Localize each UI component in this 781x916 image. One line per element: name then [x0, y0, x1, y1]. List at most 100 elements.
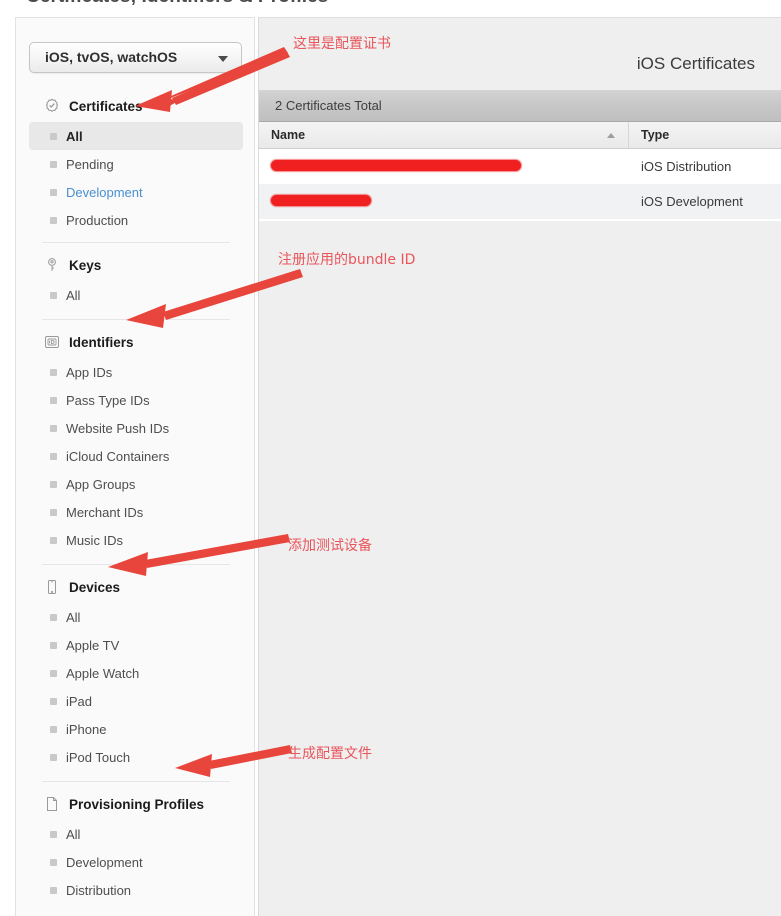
sidebar-header-devices[interactable]: Devices [16, 571, 254, 603]
sidebar-item-apple-tv[interactable]: Apple TV [16, 631, 254, 659]
sidebar-item-label: Development [66, 184, 143, 200]
sidebar-item-certificates-all[interactable]: All [29, 122, 243, 150]
sidebar-item-icloud-containers[interactable]: iCloud Containers [16, 442, 254, 470]
sidebar-item-label: All [66, 609, 81, 625]
sidebar-item-profiles-distribution[interactable]: Distribution [16, 876, 254, 904]
sidebar-item-label: iCloud Containers [66, 448, 170, 464]
redaction-mark [271, 195, 371, 206]
sidebar-item-label: iPad [66, 693, 93, 709]
nav-group-provisioning-profiles: Provisioning Profiles All Development Di… [16, 788, 254, 904]
sidebar-item-label: Production [66, 212, 129, 228]
sidebar-item-profiles-development[interactable]: Development [16, 848, 254, 876]
sidebar-item-label: Pending [66, 156, 114, 172]
bullet-icon [50, 859, 57, 866]
sidebar-header-provisioning-profiles[interactable]: Provisioning Profiles [16, 788, 254, 820]
nav-divider [42, 564, 230, 565]
sidebar-item-label: Apple Watch [66, 665, 140, 681]
page-title: Certificates, Identifiers & Profiles [26, 0, 328, 8]
sidebar-nav: Certificates All Pending Development Pro… [16, 90, 254, 904]
column-header-name[interactable]: Name [259, 122, 629, 148]
sidebar-item-devices-all[interactable]: All [16, 603, 254, 631]
nav-group-keys: Keys All [16, 249, 254, 309]
platform-select[interactable]: iOS, tvOS, watchOS [29, 42, 242, 73]
column-header-type[interactable]: Type [629, 122, 781, 148]
sidebar-header-label: Certificates [69, 98, 143, 114]
sidebar-item-pass-type-ids[interactable]: Pass Type IDs [16, 386, 254, 414]
main-title: iOS Certificates [636, 54, 755, 73]
cell-type: iOS Distribution [641, 159, 732, 174]
sidebar-item-label: All [66, 128, 83, 144]
sidebar-item-merchant-ids[interactable]: Merchant IDs [16, 498, 254, 526]
sidebar-header-keys[interactable]: Keys [16, 249, 254, 281]
sidebar-item-profiles-all[interactable]: All [16, 820, 254, 848]
bullet-icon [50, 537, 57, 544]
sidebar-item-label: All [66, 826, 81, 842]
sidebar-item-label: Development [66, 854, 143, 870]
sidebar-item-label: iPod Touch [66, 749, 131, 765]
sidebar-item-ipod-touch[interactable]: iPod Touch [16, 743, 254, 771]
sidebar-item-label: Website Push IDs [66, 420, 170, 436]
sidebar-item-website-push-ids[interactable]: Website Push IDs [16, 414, 254, 442]
key-icon [44, 257, 60, 273]
nav-divider [42, 319, 230, 320]
bullet-icon [50, 509, 57, 516]
main-header: iOS Certificates [259, 18, 781, 91]
sidebar-item-apple-watch[interactable]: Apple Watch [16, 659, 254, 687]
bullet-icon [50, 754, 57, 761]
bullet-icon [50, 453, 57, 460]
nav-group-identifiers: Identifiers App IDs Pass Type IDs Websit… [16, 326, 254, 554]
sidebar-item-iphone[interactable]: iPhone [16, 715, 254, 743]
bullet-icon [50, 133, 57, 140]
device-phone-icon [44, 579, 60, 595]
nav-divider [42, 781, 230, 782]
sidebar-item-certificates-development[interactable]: Development [16, 178, 254, 206]
bullet-icon [50, 831, 57, 838]
sidebar-item-label: App Groups [66, 476, 136, 492]
sidebar-header-label: Provisioning Profiles [69, 796, 205, 812]
bullet-icon [50, 292, 57, 299]
sidebar-item-certificates-production[interactable]: Production [16, 206, 254, 234]
table-empty-fill [259, 219, 781, 221]
nav-divider [42, 242, 230, 243]
sidebar-item-label: Pass Type IDs [66, 392, 150, 408]
sidebar-item-label: Apple TV [66, 637, 120, 653]
table-row[interactable]: iOS Distribution [259, 149, 781, 184]
bullet-icon [50, 726, 57, 733]
certificate-seal-icon [44, 98, 60, 114]
bullet-icon [50, 189, 57, 196]
cell-type: iOS Development [641, 194, 743, 209]
id-badge-icon [44, 334, 60, 350]
cell-name [259, 149, 629, 184]
redaction-mark [271, 160, 521, 171]
column-header-label: Type [641, 128, 670, 142]
main-content: iOS Certificates 2 Certificates Total Na… [258, 17, 781, 916]
bullet-icon [50, 614, 57, 621]
certificates-count-label: 2 Certificates Total [275, 98, 382, 113]
bullet-icon [50, 481, 57, 488]
document-page-icon [44, 796, 60, 812]
sidebar-header-certificates[interactable]: Certificates [16, 90, 254, 122]
table-row[interactable]: iOS Development [259, 184, 781, 219]
sidebar-item-certificates-pending[interactable]: Pending [16, 150, 254, 178]
bullet-icon [50, 642, 57, 649]
sidebar-item-app-groups[interactable]: App Groups [16, 470, 254, 498]
table-header-row: Name Type [259, 122, 781, 149]
sidebar-item-label: Music IDs [66, 532, 124, 548]
sort-ascending-icon [607, 133, 615, 138]
sidebar-item-ipad[interactable]: iPad [16, 687, 254, 715]
sidebar-header-label: Devices [69, 579, 121, 595]
bullet-icon [50, 161, 57, 168]
app-root: Certificates, Identifiers & Profiles iOS… [0, 0, 781, 916]
nav-group-certificates: Certificates All Pending Development Pro… [16, 90, 254, 234]
sidebar-item-label: Merchant IDs [66, 504, 144, 520]
sidebar-item-keys-all[interactable]: All [16, 281, 254, 309]
sidebar-header-identifiers[interactable]: Identifiers [16, 326, 254, 358]
column-header-label: Name [271, 128, 306, 142]
chevron-down-icon [218, 56, 228, 62]
platform-select-value: iOS, tvOS, watchOS [45, 49, 178, 65]
bullet-icon [50, 397, 57, 404]
bullet-icon [50, 670, 57, 677]
sidebar-item-app-ids[interactable]: App IDs [16, 358, 254, 386]
sidebar-item-music-ids[interactable]: Music IDs [16, 526, 254, 554]
sidebar-header-label: Keys [69, 257, 102, 273]
